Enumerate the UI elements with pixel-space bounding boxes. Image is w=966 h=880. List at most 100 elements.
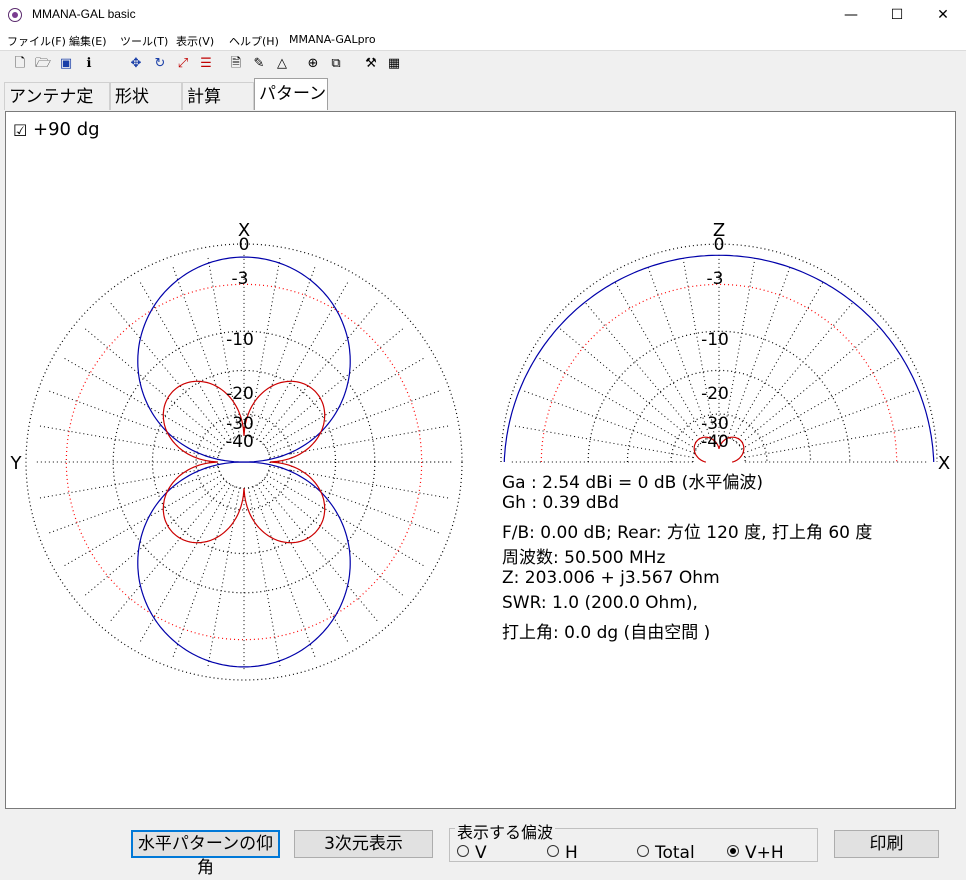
grid-spoke — [537, 356, 697, 450]
grid-spoke — [263, 327, 405, 446]
grid-spoke — [727, 265, 792, 438]
grid-spoke — [37, 466, 219, 499]
menu-edit[interactable]: 編集(E) — [69, 33, 107, 49]
frequency-text: 周波数: 50.500 MHz — [502, 548, 666, 568]
az-ring-label-3: -3 — [232, 269, 249, 289]
tab-calculate[interactable]: 計算 — [182, 82, 254, 110]
minimize-button[interactable]: — — [828, 0, 874, 30]
grid-spoke — [62, 356, 222, 450]
gain-ga-text: Ga : 2.54 dBi = 0 dB (水平偏波) — [502, 473, 763, 493]
info-icon[interactable]: ℹ — [81, 56, 97, 72]
polarization-group-title: 表示する偏波 — [455, 819, 556, 843]
grid-spoke — [260, 481, 379, 623]
tools-icon[interactable]: ⚒ — [363, 56, 379, 72]
copy-icon[interactable]: ⧉ — [328, 56, 344, 72]
grid-spoke — [256, 280, 350, 440]
toolbar: 🗋 🗁 ▣ ℹ ✥ ↻ ⤢ ☰ 🗎 ✎ △ ⊕ ⧉ ⚒ ▦ — [0, 50, 966, 79]
radio-h[interactable]: H — [547, 843, 578, 863]
window-title: MMANA-GAL basic — [32, 7, 136, 21]
grid-spoke — [207, 487, 240, 669]
el-ring-label-40: -40 — [701, 432, 729, 452]
grid-spoke — [269, 466, 451, 499]
elevation-axis-x-label: X — [938, 453, 950, 474]
triangle-icon[interactable]: △ — [274, 56, 290, 72]
grid-spoke — [558, 327, 700, 446]
grid-spoke — [744, 425, 926, 458]
radio-v-plus-h[interactable]: V+H — [727, 843, 784, 863]
grid-spoke — [138, 280, 232, 440]
az-ring-label-0: 0 — [239, 235, 250, 255]
menu-view[interactable]: 表示(V) — [176, 33, 214, 49]
pattern-plots: X Y Z X 0 -3 -10 -20 -30 -40 0 -3 -10 -2… — [10, 220, 950, 681]
grid-spoke — [252, 486, 317, 659]
grid-spoke — [47, 389, 220, 454]
gain-gh-text: Gh : 0.39 dBd — [502, 493, 619, 513]
calculator-icon[interactable]: ▦ — [386, 56, 402, 72]
app-icon — [8, 8, 22, 22]
tab-geometry[interactable]: 形状 — [110, 82, 182, 110]
azimuth-plot — [25, 243, 463, 681]
radio-total[interactable]: Total — [637, 843, 695, 863]
menu-bar: ファイル(F) 編集(E) ツール(T) 表示(V) ヘルプ(H) MMANA-… — [0, 30, 966, 50]
el-ring-label-20: -20 — [701, 384, 729, 404]
el-ring-label-0: 0 — [714, 235, 725, 255]
print-button[interactable]: 印刷 — [834, 830, 939, 858]
menu-help[interactable]: ヘルプ(H) — [229, 33, 279, 49]
az-ring-label-20: -20 — [226, 384, 254, 404]
el-ring-label-10: -10 — [701, 330, 729, 350]
grid-spoke — [741, 356, 901, 450]
grid-spoke — [743, 389, 916, 454]
view-3d-button[interactable]: 3次元表示 — [294, 830, 433, 858]
elevation-of-horizontal-button[interactable]: 水平パターンの仰角 — [131, 830, 280, 878]
maximize-button[interactable]: ☐ — [874, 0, 920, 30]
grid-spoke — [512, 425, 694, 458]
grid-spoke — [171, 265, 236, 438]
grid-spoke — [260, 301, 379, 443]
tab-bar: アンテナ定義 形状 計算 パターン — [0, 78, 966, 135]
grid-spoke — [735, 301, 854, 443]
tab-pattern[interactable]: パターン — [254, 78, 328, 110]
close-button[interactable]: ✕ — [920, 0, 966, 30]
az-ring-label-30: -30 — [226, 414, 254, 434]
grid-spoke — [646, 265, 711, 438]
grid-spoke — [613, 280, 707, 440]
grid-spoke — [138, 484, 232, 644]
save-icon[interactable]: ▣ — [58, 56, 74, 72]
menu-file[interactable]: ファイル(F) — [7, 33, 66, 49]
open-folder-icon[interactable]: 🗁 — [35, 56, 51, 72]
split-wire-icon[interactable]: ☰ — [198, 56, 214, 72]
grid-spoke — [263, 478, 405, 597]
grid-spoke — [83, 478, 225, 597]
new-file-icon[interactable]: 🗋 — [12, 56, 28, 72]
radio-v[interactable]: V — [457, 843, 487, 863]
menu-pro[interactable]: MMANA-GALpro — [289, 33, 376, 46]
grid-spoke — [738, 327, 880, 446]
swr-text: SWR: 1.0 (200.0 Ohm), — [502, 593, 698, 613]
rotate-icon[interactable]: ↻ — [152, 56, 168, 72]
grid-spoke — [268, 389, 441, 454]
grid-spoke — [269, 425, 451, 458]
grid-spoke — [171, 486, 236, 659]
page-icon[interactable]: 🗎 — [228, 56, 244, 72]
tab-antenna-definition[interactable]: アンテナ定義 — [4, 82, 110, 135]
grid-spoke — [731, 280, 825, 440]
azimuth-axis-y-label: Y — [10, 453, 23, 474]
front-back-text: F/B: 0.00 dB; Rear: 方位 120 度, 打上角 60 度 — [502, 523, 873, 543]
pen-icon[interactable]: ✎ — [251, 56, 267, 72]
menu-tools[interactable]: ツール(T) — [120, 33, 168, 49]
grid-spoke — [268, 470, 441, 535]
grid-spoke — [37, 425, 219, 458]
grid-spoke — [256, 484, 350, 644]
el-ring-label-30: -30 — [701, 414, 729, 434]
grid-spoke — [109, 481, 228, 623]
move-icon[interactable]: ✥ — [128, 56, 144, 72]
az-ring-label-10: -10 — [226, 330, 254, 350]
impedance-text: Z: 203.006 + j3.567 Ohm — [502, 568, 720, 588]
grid-spoke — [62, 474, 222, 568]
scale-icon[interactable]: ⤢ — [175, 56, 191, 72]
elevation-angle-text: 打上角: 0.0 dg (自由空間 ) — [502, 623, 711, 643]
title-bar: MMANA-GAL basic — ☐ ✕ — [0, 0, 966, 31]
grid-spoke — [248, 487, 281, 669]
az-ring-label-40: -40 — [226, 432, 254, 452]
target-icon[interactable]: ⊕ — [305, 56, 321, 72]
